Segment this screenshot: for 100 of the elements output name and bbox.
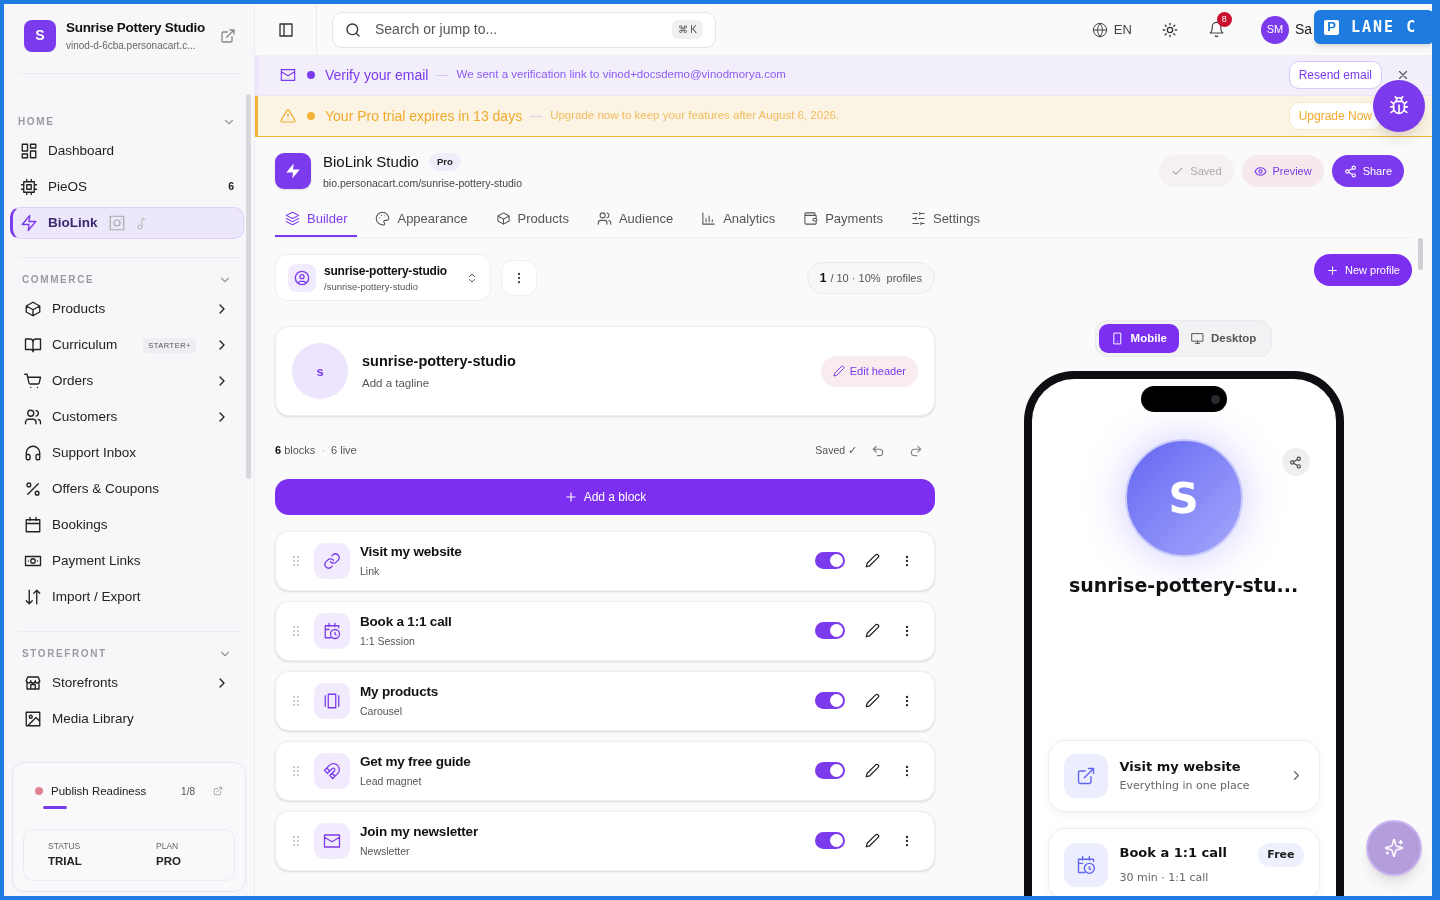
sidebar-item[interactable]: Customers (18, 401, 240, 434)
block-card[interactable]: My products Carousel (275, 670, 935, 731)
save-status: Saved ✓ (815, 442, 857, 458)
block-type: Lead magnet (360, 774, 423, 789)
arrow-icon (213, 786, 223, 797)
sidebar-item[interactable]: Dashboard (14, 135, 244, 168)
preview-button[interactable]: Preview (1241, 155, 1324, 188)
workspace-avatar: S (24, 19, 56, 52)
tab[interactable]: Products (485, 201, 579, 238)
new-profile-button[interactable]: New profile (1313, 254, 1412, 287)
profile-avatar: s (292, 343, 348, 400)
edit-header-button[interactable]: Edit header (820, 355, 918, 387)
profile-avatar: S (1124, 439, 1243, 558)
scrollbar-thumb[interactable] (246, 94, 251, 479)
tab[interactable]: Analytics (691, 201, 786, 238)
close-button[interactable] (1396, 68, 1410, 82)
sidebar-item[interactable]: PieOS 6 (14, 171, 244, 204)
plan-badge: Pro (428, 153, 461, 172)
sidebar-item[interactable]: Products (18, 293, 240, 326)
add-block-button[interactable]: Add a block (275, 478, 935, 515)
edit-button[interactable] (865, 553, 880, 569)
readiness-count: 1/8 (181, 784, 195, 799)
camera-icon (107, 214, 126, 233)
sidebar-item[interactable]: Payment Links (18, 545, 240, 578)
block-card[interactable]: Book a 1:1 call 1:1 Session (275, 600, 935, 661)
toggle-switch[interactable] (815, 762, 845, 780)
banner-message: We sent a verification link to vinod+docsdemo@vinodmorya.com (456, 67, 786, 83)
scrollbar-thumb[interactable] (1418, 238, 1423, 271)
search-field[interactable]: Search or jump to... (375, 19, 658, 40)
user-name[interactable]: Sa (1294, 19, 1312, 40)
profile-switcher[interactable]: sunrise-pottery-studio /sunrise-pottery-studio (275, 254, 491, 302)
drag-handle-icon[interactable] (292, 764, 300, 777)
profile-name: sunrise-pottery-studio (362, 351, 517, 371)
block-title: Book a 1:1 call (360, 612, 453, 631)
drag-handle-icon[interactable] (292, 694, 300, 707)
chip-icon (20, 178, 38, 197)
notifications-button[interactable] (1207, 21, 1225, 38)
user-icon (294, 269, 310, 286)
workspace-domain: vinod-d-6cba.personacart.c... (66, 39, 197, 54)
sidebar-toggle-button[interactable] (277, 21, 294, 38)
sidebar-item[interactable]: Offers & Coupons (18, 473, 240, 506)
pencil-icon (865, 833, 880, 849)
search-bar[interactable]: Search or jump to... ⌘ K (332, 11, 716, 48)
drag-handle-icon[interactable] (292, 834, 300, 847)
store-icon (24, 674, 42, 693)
tagline-placeholder[interactable]: Add a tagline (362, 374, 821, 392)
toggle-switch[interactable] (815, 622, 845, 640)
toggle-switch[interactable] (815, 832, 845, 850)
mail-icon (323, 831, 341, 850)
theme-button[interactable] (1161, 21, 1178, 38)
block-card[interactable]: Get my free guide Lead magnet (275, 740, 935, 801)
sidebar-item[interactable]: Import / Export (18, 581, 240, 614)
language-button[interactable]: EN (1091, 19, 1132, 40)
external-link-icon (220, 27, 236, 44)
warning-icon (280, 108, 296, 124)
profile-name: sunrise-pottery-studio (324, 262, 448, 280)
banner-action-button[interactable]: Resend email (1288, 61, 1382, 89)
tab[interactable]: Audience (586, 201, 684, 238)
monitor-icon (1191, 332, 1204, 346)
block-title: My products (360, 682, 440, 701)
sidebar-item[interactable]: Bookings (18, 509, 240, 542)
arrows-icon (24, 588, 42, 607)
link-card[interactable]: Visit my website Everything in one place (1047, 739, 1320, 812)
edit-button[interactable] (865, 763, 880, 779)
edit-button[interactable] (865, 833, 880, 849)
calendar-clock-icon (1075, 854, 1096, 875)
sidebar-item[interactable]: Orders (18, 365, 240, 398)
share-button[interactable]: Share (1331, 155, 1404, 188)
bug-icon (1388, 95, 1410, 117)
sidebar-item[interactable]: Media Library (18, 703, 240, 736)
drag-handle-icon[interactable] (292, 624, 300, 637)
view-mode-tab[interactable]: Desktop (1179, 324, 1269, 354)
sidebar-item[interactable]: Support Inbox (18, 437, 240, 470)
link-card[interactable]: Book a 1:1 call 30 min · 1:1 call Free (1047, 827, 1320, 896)
plus-icon (1325, 263, 1339, 277)
undo-icon (871, 443, 885, 458)
tab[interactable]: Appearance (365, 201, 478, 238)
toggle-switch[interactable] (815, 552, 845, 570)
tab[interactable]: Settings (900, 201, 990, 238)
calendar-clock-icon (323, 621, 341, 640)
block-type: Carousel (360, 704, 404, 719)
block-card[interactable]: Join my newsletter Newsletter (275, 810, 935, 871)
edit-button[interactable] (865, 623, 880, 639)
edit-button[interactable] (865, 693, 880, 709)
undo-button[interactable] (871, 443, 885, 458)
tab[interactable]: Payments (793, 201, 893, 238)
sidebar-item[interactable]: BioLink (10, 207, 244, 240)
open-site-button[interactable] (220, 27, 236, 44)
tab[interactable]: Builder (275, 201, 358, 238)
redo-button[interactable] (909, 443, 923, 458)
drag-handle-icon[interactable] (292, 554, 300, 567)
block-title: Visit my website (360, 542, 463, 561)
toggle-switch[interactable] (815, 692, 845, 710)
user-avatar[interactable]: SM (1260, 15, 1289, 44)
sidebar-item[interactable]: Storefronts (18, 667, 240, 700)
status-label: STATUS (48, 840, 82, 853)
package-icon (495, 210, 511, 226)
block-card[interactable]: Visit my website Link (275, 530, 935, 591)
view-mode-tab[interactable]: Mobile (1098, 324, 1179, 354)
share-button[interactable] (1281, 448, 1310, 477)
